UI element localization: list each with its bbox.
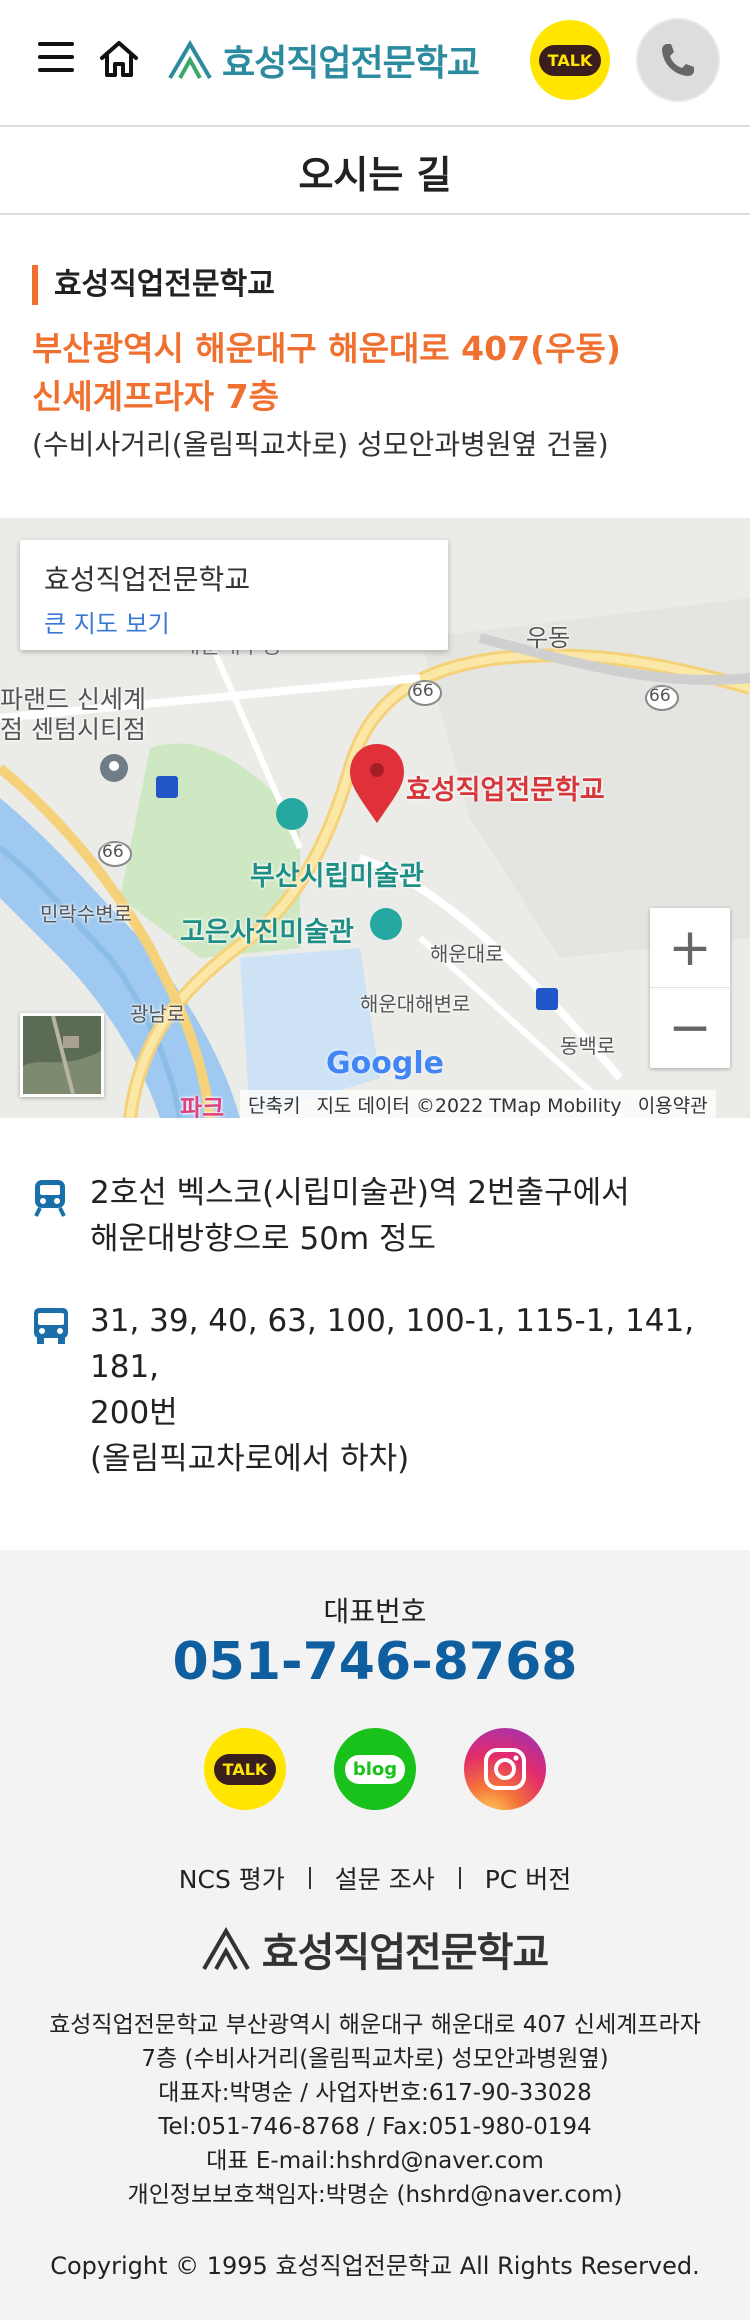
map-label-photo-museum: 고은사진미술관 (180, 917, 354, 948)
address-main: 부산광역시 해운대구 해운대로 407(우동) 신세계프라자 7층 (32, 325, 722, 421)
pc-version-link[interactable]: PC 버전 (485, 1860, 571, 1896)
link-divider (458, 1867, 461, 1889)
phone-label: 대표번호 (323, 1595, 427, 1628)
transit-bus: 31, 39, 40, 63, 100, 100-1, 115-1, 141, … (32, 1298, 722, 1482)
map-info-card: 효성직업전문학교 큰 지도 보기 (20, 540, 448, 650)
footer-info-line: 대표 E-mail:hshrd@naver.com (206, 2148, 544, 2174)
bus-line-1: 31, 39, 40, 63, 100, 100-1, 115-1, 141, … (90, 1303, 695, 1385)
large-map-link[interactable]: 큰 지도 보기 (44, 604, 424, 639)
kakao-talk-link[interactable]: TALK (204, 1728, 286, 1810)
map-label-museum: 부산시립미술관 (250, 861, 424, 892)
map-label-centum-2: 점 센텀시티점 (0, 715, 146, 744)
survey-link[interactable]: 설문 조사 (335, 1860, 435, 1896)
map-label-haeundae-beach: 해운대해변로 (360, 992, 471, 1016)
map-label-dongbaek: 동백로 (560, 1034, 616, 1058)
subway-line-1: 2호선 벡스코(시립미술관)역 2번출구에서 (90, 1175, 630, 1211)
logo[interactable]: 효성직업전문학교 (168, 30, 480, 90)
map-data-attribution: 지도 데이터 ©2022 TMap Mobility (316, 1094, 622, 1117)
footer-info: 효성직업전문학교 부산광역시 해운대구 해운대로 407 신세계프라자 7층 (… (0, 2008, 750, 2212)
map-road-66-a: 66 (412, 681, 434, 701)
zoom-controls: + − (650, 908, 730, 1068)
map-footer: 단축키 지도 데이터 ©2022 TMap Mobility 이용약관 (240, 1090, 716, 1118)
logo-mark-icon (168, 40, 212, 80)
map-label-partial-bottom: 파크 (180, 1094, 225, 1118)
school-name: 효성직업전문학교 (32, 265, 722, 305)
phone-call-button[interactable] (638, 20, 718, 100)
satellite-view-button[interactable] (20, 1013, 104, 1097)
footer-info-line: Tel:051-746-8768 / Fax:051-980-0194 (158, 2114, 592, 2140)
bus-line-3: (올림픽교차로에서 하차) (90, 1441, 410, 1477)
footer-info-line: 대표자:박명순 / 사업자번호:617-90-33028 (158, 2080, 592, 2106)
blog-icon: blog (344, 1754, 406, 1784)
zoom-out-button[interactable]: − (650, 988, 730, 1068)
sns-links: TALK blog (0, 1728, 750, 1810)
page-title-bar: 오시는 길 (0, 129, 750, 215)
map-pin-label[interactable]: 효성직업전문학교 (406, 768, 605, 807)
subway-line-2: 해운대방향으로 50m 정도 (90, 1221, 437, 1257)
bus-line-2: 200번 (90, 1395, 178, 1431)
map-card-name: 효성직업전문학교 (44, 563, 251, 596)
map-label-udong: 우동 (526, 624, 571, 652)
map-road-66-b: 66 (649, 686, 671, 706)
address-line1: 부산광역시 해운대구 해운대로 407(우동) (32, 329, 621, 368)
naver-blog-link[interactable]: blog (334, 1728, 416, 1810)
footer: 대표번호 051-746-8768 TALK blog NCS 평가 설문 조사… (0, 1550, 750, 2320)
map-shortcuts-link[interactable]: 단축키 (248, 1091, 300, 1118)
map-label-haeundae-ro: 해운대로 (430, 942, 504, 966)
header: 효성직업전문학교 TALK (0, 0, 750, 127)
map-terms-link[interactable]: 이용약관 (638, 1091, 708, 1118)
map[interactable]: 66 66 66 우동 파랜드 신세계 점 센텀시티점 부산시립미술관 고은사진… (0, 518, 750, 1118)
map-label-gwangan: 광남로 (130, 1002, 186, 1026)
map-road-66-c: 66 (102, 842, 124, 862)
phone-icon (662, 44, 694, 76)
bus-icon (34, 1308, 68, 1344)
phone-number[interactable]: 051-746-8768 (0, 1632, 750, 1692)
footer-info-line: 효성직업전문학교 부산광역시 해운대구 해운대로 407 신세계프라자 (49, 2012, 701, 2038)
subway-icon (34, 1180, 66, 1217)
page-title: 오시는 길 (298, 152, 452, 197)
instagram-link[interactable] (464, 1728, 546, 1810)
footer-logo-mark-icon (202, 1927, 250, 1971)
menu-icon[interactable] (38, 42, 74, 74)
satellite-thumbnail-icon (23, 1016, 101, 1094)
zoom-in-button[interactable]: + (650, 908, 730, 988)
transit-subway: 2호선 벡스코(시립미술관)역 2번출구에서 해운대방향으로 50m 정도 (32, 1170, 722, 1262)
address-line2: 신세계프라자 7층 (32, 377, 279, 416)
footer-logo-text: 효성직업전문학교 (261, 1930, 549, 1976)
address-section: 효성직업전문학교 부산광역시 해운대구 해운대로 407(우동) 신세계프라자 … (32, 265, 722, 465)
instagram-icon (484, 1748, 526, 1790)
link-divider (308, 1867, 311, 1889)
home-icon[interactable] (98, 38, 140, 80)
kakao-talk-link-label: TALK (213, 1753, 277, 1785)
map-label-minrak: 민락수변로 (40, 902, 132, 926)
ncs-evaluation-link[interactable]: NCS 평가 (179, 1860, 285, 1896)
footer-logo: 효성직업전문학교 (0, 1920, 750, 1978)
copyright: Copyright © 1995 효성직업전문학교 All Rights Res… (50, 2252, 700, 2280)
transit-section: 2호선 벡스코(시립미술관)역 2번출구에서 해운대방향으로 50m 정도 31… (32, 1170, 722, 1510)
footer-info-line: 개인정보보호책임자:박명순 (hshrd@naver.com) (127, 2182, 623, 2208)
footer-links: NCS 평가 설문 조사 PC 버전 (0, 1860, 750, 1896)
kakao-talk-button[interactable]: TALK (530, 20, 610, 100)
address-note: (수비사거리(올림픽교차로) 성모안과병원옆 건물) (32, 428, 609, 461)
footer-info-line: 7층 (수비사거리(올림픽교차로) 성모안과병원옆) (141, 2046, 609, 2072)
logo-text: 효성직업전문학교 (222, 43, 480, 84)
kakao-talk-label: TALK (538, 44, 602, 76)
google-logo: Google (326, 1046, 444, 1081)
